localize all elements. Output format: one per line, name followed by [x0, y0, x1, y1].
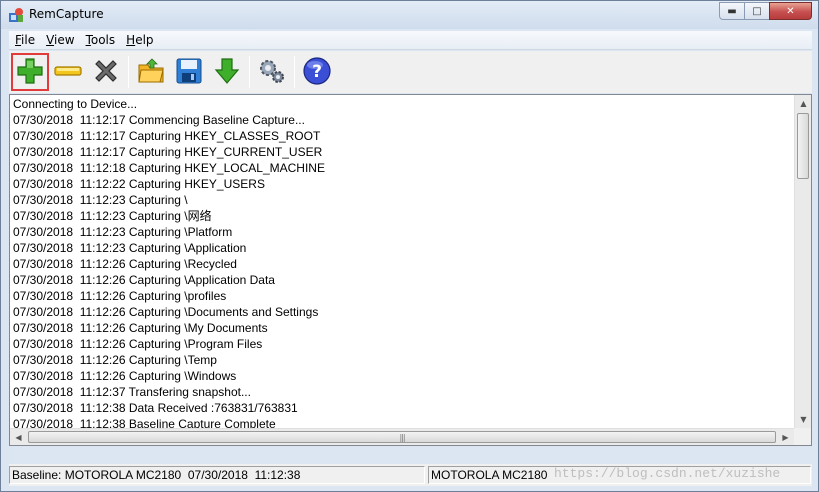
log-lines: Connecting to Device... 07/30/2018 11:12:…	[13, 96, 793, 432]
toolbar-separator	[249, 56, 250, 88]
caption-buttons: ▬ □ ✕	[719, 2, 812, 20]
log-line: 07/30/2018 11:12:37 Transfering snapshot…	[13, 385, 251, 399]
log-line: 07/30/2018 11:12:26 Capturing \Program F…	[13, 337, 263, 351]
toolbar: ?	[9, 51, 812, 93]
menu-view[interactable]: View	[40, 33, 79, 47]
add-icon	[15, 56, 45, 89]
close-icon: ✕	[786, 5, 795, 17]
log-line: 07/30/2018 11:12:26 Capturing \Recycled	[13, 257, 237, 271]
scroll-up-icon[interactable]: ▲	[795, 95, 812, 112]
watermark: https://blog.csdn.net/xuzishe	[554, 466, 781, 481]
menu-tools[interactable]: Tools	[80, 33, 121, 47]
download-icon	[212, 56, 242, 89]
log-line: 07/30/2018 11:12:22 Capturing HKEY_USERS	[13, 177, 265, 191]
horizontal-scrollbar[interactable]: ◀ ||| ▶	[10, 428, 794, 445]
menu-file[interactable]: File	[9, 33, 40, 47]
minus-icon	[53, 56, 83, 89]
capture-log[interactable]: Connecting to Device... 07/30/2018 11:12:…	[9, 94, 812, 446]
log-line: 07/30/2018 11:12:17 Capturing HKEY_CURRE…	[13, 145, 323, 159]
settings-button[interactable]	[253, 53, 291, 91]
save-button[interactable]	[170, 53, 208, 91]
vertical-scrollbar[interactable]: ▲ ▼	[794, 95, 811, 428]
scroll-corner	[794, 428, 811, 445]
help-icon: ?	[302, 56, 332, 89]
log-line: 07/30/2018 11:12:26 Capturing \My Docume…	[13, 321, 268, 335]
log-line: 07/30/2018 11:12:17 Commencing Baseline …	[13, 113, 305, 127]
log-line: 07/30/2018 11:12:26 Capturing \Applicati…	[13, 273, 275, 287]
download-button[interactable]	[208, 53, 246, 91]
delete-button[interactable]	[87, 53, 125, 91]
scroll-left-icon[interactable]: ◀	[10, 429, 27, 446]
window-title: RemCapture	[29, 7, 104, 21]
close-button[interactable]: ✕	[769, 2, 812, 20]
scroll-down-icon[interactable]: ▼	[795, 411, 812, 428]
toolbar-separator	[128, 56, 129, 88]
help-button[interactable]: ?	[298, 53, 336, 91]
log-line: Connecting to Device...	[13, 97, 138, 111]
log-line: 07/30/2018 11:12:38 Data Received :76383…	[13, 401, 298, 415]
add-button[interactable]	[11, 53, 49, 91]
vertical-scroll-thumb[interactable]	[797, 113, 809, 179]
save-icon	[174, 56, 204, 89]
menu-bar: File View Tools Help	[9, 31, 812, 50]
log-line: 07/30/2018 11:12:17 Capturing HKEY_CLASS…	[13, 129, 321, 143]
log-line: 07/30/2018 11:12:23 Capturing \Applicati…	[13, 241, 247, 255]
svg-text:?: ?	[312, 62, 322, 82]
log-line: 07/30/2018 11:12:26 Capturing \Temp	[13, 353, 217, 367]
settings-icon	[257, 56, 287, 89]
log-line: 07/30/2018 11:12:23 Capturing \	[13, 193, 188, 207]
scroll-right-icon[interactable]: ▶	[777, 429, 794, 446]
app-window: RemCapture ▬ □ ✕ File View Tools Help ? …	[0, 0, 819, 492]
log-line: 07/30/2018 11:12:26 Capturing \profiles	[13, 289, 227, 303]
title-bar[interactable]: RemCapture ▬ □ ✕	[1, 1, 818, 29]
delete-icon	[91, 56, 121, 89]
log-line: 07/30/2018 11:12:23 Capturing \网络	[13, 209, 212, 223]
log-line: 07/30/2018 11:12:26 Capturing \Documents…	[13, 305, 319, 319]
menu-help[interactable]: Help	[120, 33, 158, 47]
toolbar-separator	[294, 56, 295, 88]
app-icon	[8, 7, 24, 23]
remove-button[interactable]	[49, 53, 87, 91]
maximize-icon: □	[752, 5, 762, 17]
maximize-button[interactable]: □	[744, 2, 770, 20]
log-line: 07/30/2018 11:12:26 Capturing \Windows	[13, 369, 237, 383]
log-line: 07/30/2018 11:12:23 Capturing \Platform	[13, 225, 233, 239]
horizontal-scroll-thumb[interactable]: |||	[28, 431, 776, 443]
open-button[interactable]	[132, 53, 170, 91]
minimize-button[interactable]: ▬	[719, 2, 745, 20]
status-baseline: Baseline: MOTOROLA MC2180 07/30/2018 11:…	[9, 466, 425, 484]
minimize-icon: ▬	[727, 5, 737, 17]
log-line: 07/30/2018 11:12:18 Capturing HKEY_LOCAL…	[13, 161, 325, 175]
open-folder-icon	[136, 56, 166, 89]
